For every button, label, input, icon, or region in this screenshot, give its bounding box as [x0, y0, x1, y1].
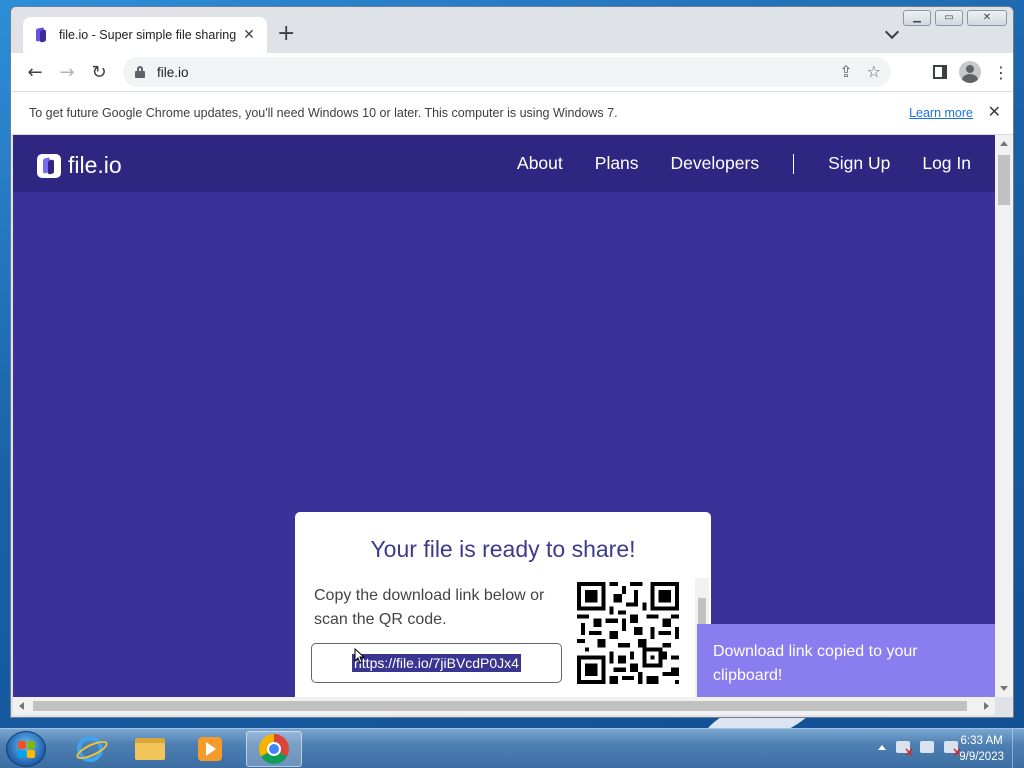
qr-code-icon	[577, 582, 679, 684]
taskbar-explorer-button[interactable]	[122, 731, 178, 767]
clock-time: 6:33 AM	[960, 735, 1003, 747]
start-button[interactable]	[6, 731, 46, 767]
profile-avatar-icon[interactable]	[959, 61, 981, 83]
volume-icon[interactable]	[944, 741, 962, 759]
forward-arrow-icon[interactable]: →	[51, 56, 83, 88]
card-title: Your file is ready to share!	[370, 536, 636, 562]
nav-divider	[793, 153, 795, 174]
browser-tab[interactable]: file.io - Super simple file sharing ✕	[23, 17, 267, 53]
chrome-icon	[259, 734, 289, 764]
fileio-logo-icon	[37, 153, 61, 178]
browser-toolbar: ← → ↻ file.io ⇪ ☆ ⋮	[11, 53, 1013, 91]
window-controls: ▁ ▭ ✕	[903, 10, 1007, 26]
nav-developers-link[interactable]: Developers	[671, 153, 760, 174]
url-text: file.io	[157, 64, 189, 80]
tab-title: file.io - Super simple file sharing	[59, 28, 237, 42]
download-link-field[interactable]: https://file.io/7jiBVcdP0Jx4	[311, 643, 562, 683]
back-arrow-icon[interactable]: ←	[19, 56, 51, 88]
network-icon[interactable]	[920, 741, 934, 753]
toolbar-right: ⋮	[933, 61, 1009, 83]
omnibox-icons: ⇪ ☆	[839, 62, 881, 81]
system-tray	[878, 741, 962, 759]
share-icon[interactable]: ⇪	[839, 62, 852, 81]
logo-text: file.io	[68, 152, 122, 178]
horizontal-scrollbar[interactable]	[13, 697, 995, 715]
nav-login-link[interactable]: Log In	[922, 153, 971, 174]
folder-icon	[135, 738, 165, 760]
kebab-menu-icon[interactable]: ⋮	[993, 63, 1009, 82]
reload-icon[interactable]: ↻	[83, 56, 115, 88]
new-tab-icon[interactable]: +	[277, 23, 295, 45]
show-hidden-icons-icon[interactable]	[878, 744, 886, 750]
taskbar-media-player-button[interactable]	[182, 731, 238, 767]
bookmark-star-icon[interactable]: ☆	[867, 62, 881, 81]
download-link-text[interactable]: https://file.io/7jiBVcdP0Jx4	[352, 654, 521, 672]
nav-plans-link[interactable]: Plans	[595, 153, 639, 174]
vertical-scrollbar[interactable]	[995, 135, 1013, 697]
title-bar: file.io - Super simple file sharing ✕ + …	[11, 7, 1013, 53]
close-window-button[interactable]: ✕	[967, 10, 1007, 26]
browser-window: file.io - Super simple file sharing ✕ + …	[10, 6, 1014, 718]
site-header: file.io About Plans Developers Sign Up L…	[13, 135, 995, 192]
lock-icon[interactable]	[135, 66, 145, 78]
windows-taskbar: 6:33 AM 9/9/2023	[0, 728, 1024, 768]
site-nav-links: About Plans Developers Sign Up Log In	[485, 153, 971, 174]
show-desktop-button[interactable]	[1012, 729, 1024, 768]
system-clock[interactable]: 6:33 AM 9/9/2023	[959, 733, 1004, 765]
infobar-message: To get future Google Chrome updates, you…	[29, 106, 618, 120]
windows-flag-icon	[18, 741, 36, 759]
action-center-icon[interactable]	[896, 741, 914, 759]
update-infobar: To get future Google Chrome updates, you…	[11, 91, 1013, 135]
maximize-button[interactable]: ▭	[935, 10, 963, 26]
tab-close-icon[interactable]: ✕	[241, 27, 257, 43]
share-card: Your file is ready to share! Copy the do…	[295, 512, 711, 697]
learn-more-link[interactable]: Learn more	[909, 106, 973, 120]
taskbar-chrome-button[interactable]	[246, 731, 302, 767]
copied-toast: Download link copied to your clipboard!	[697, 624, 995, 697]
media-player-icon	[198, 737, 222, 761]
card-description: Copy the download link below or scan the…	[314, 587, 545, 628]
mouse-cursor-icon	[354, 648, 366, 664]
web-page: file.io About Plans Developers Sign Up L…	[13, 135, 995, 697]
fileio-favicon-icon	[33, 27, 49, 43]
address-bar[interactable]: file.io ⇪ ☆	[123, 57, 891, 87]
internet-explorer-icon	[77, 736, 103, 762]
site-logo[interactable]: file.io	[37, 152, 122, 179]
nav-signup-link[interactable]: Sign Up	[828, 153, 890, 174]
clock-date: 9/9/2023	[959, 751, 1004, 763]
tab-search-chevron-icon[interactable]	[884, 24, 900, 40]
infobar-close-icon[interactable]: ✕	[988, 102, 1001, 121]
nav-about-link[interactable]: About	[517, 153, 563, 174]
side-panel-icon[interactable]	[933, 65, 947, 79]
minimize-button[interactable]: ▁	[903, 10, 931, 26]
taskbar-ie-button[interactable]	[62, 731, 118, 767]
